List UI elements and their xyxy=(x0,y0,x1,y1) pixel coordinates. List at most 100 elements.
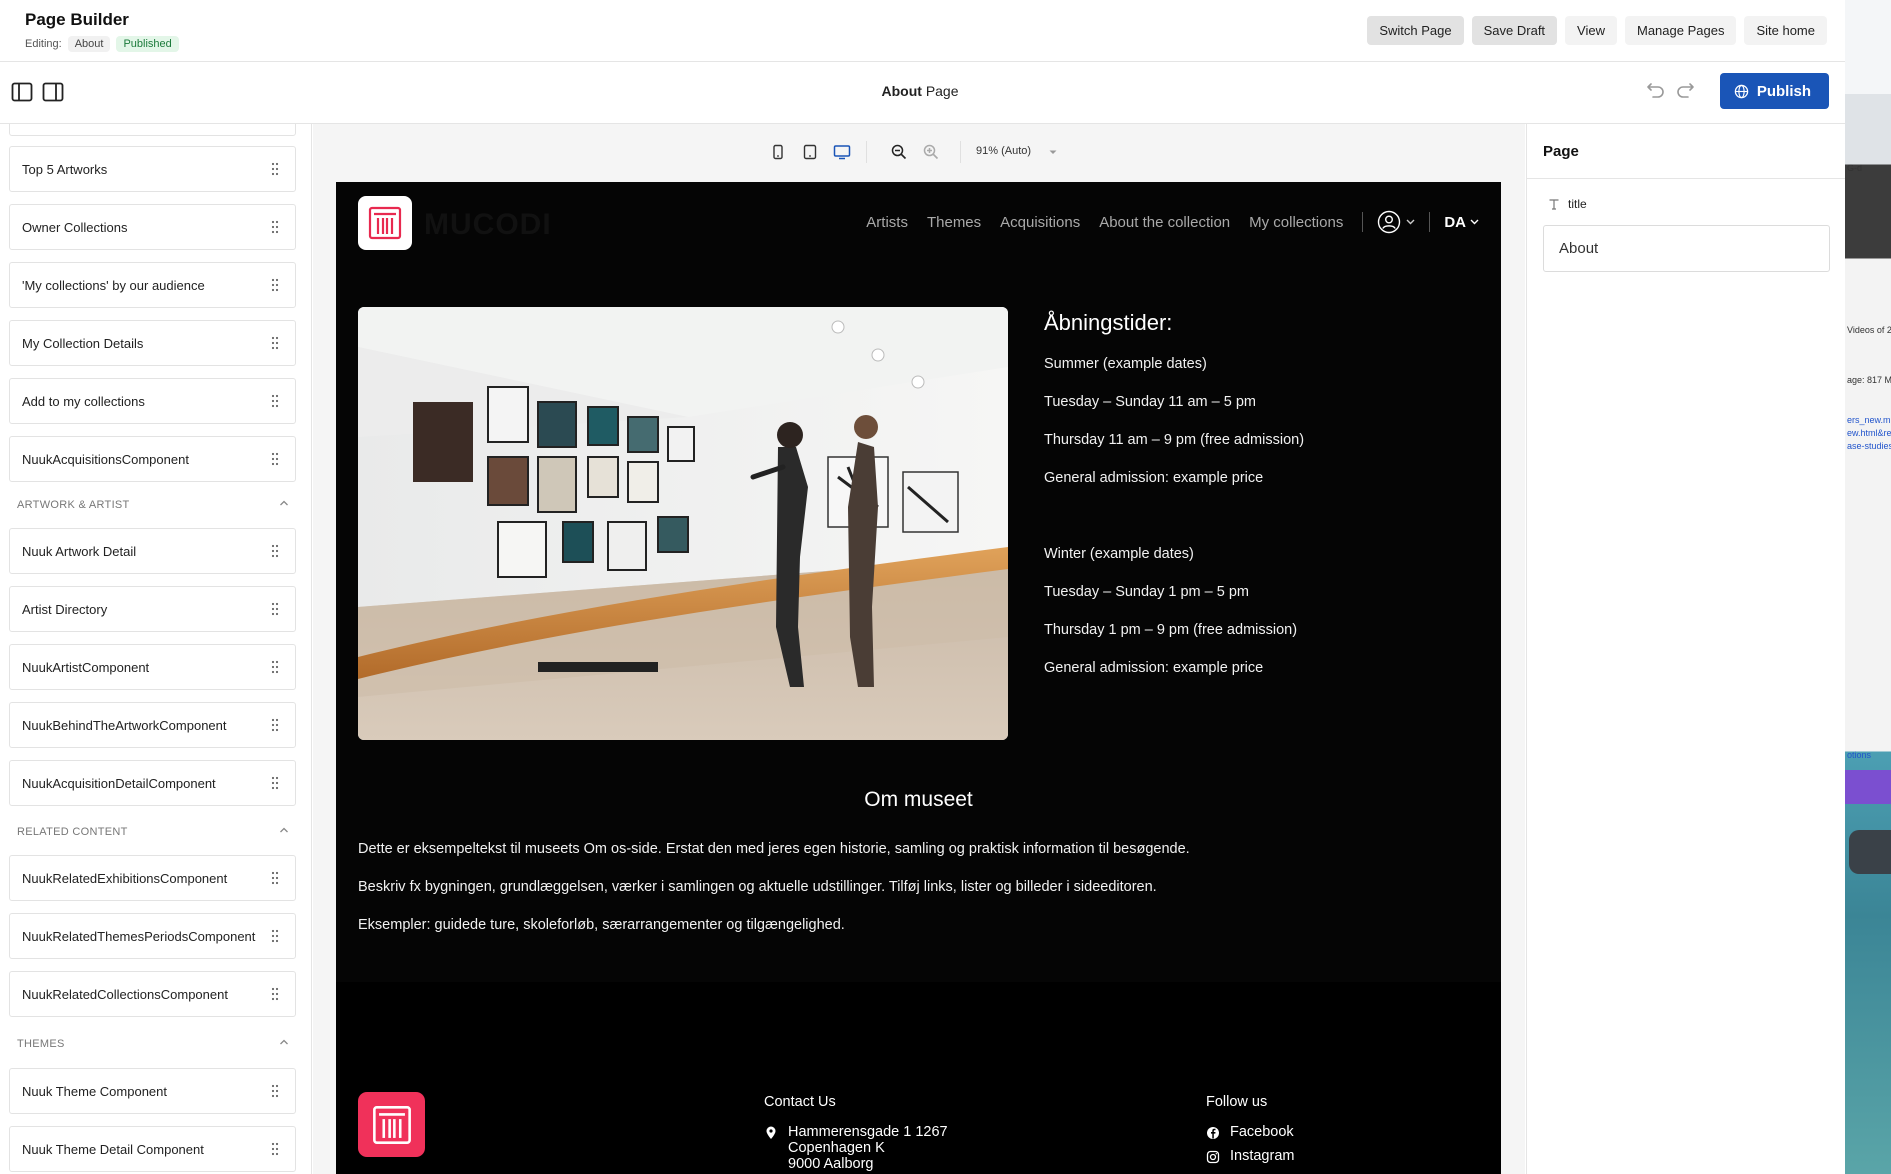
hours-line: Tuesday – Sunday 1 pm – 5 pm xyxy=(1044,584,1249,600)
drag-handle-icon[interactable] xyxy=(271,718,279,732)
footer-logo[interactable] xyxy=(358,1092,425,1157)
save-draft-button[interactable]: Save Draft xyxy=(1471,16,1558,45)
language-switcher[interactable]: DA xyxy=(1444,214,1479,231)
component-item[interactable]: Nuuk Theme Component xyxy=(9,1068,296,1114)
component-item[interactable]: NuukRelatedCollectionsComponent xyxy=(9,971,296,1017)
drag-handle-icon[interactable] xyxy=(271,929,279,943)
instagram-icon xyxy=(1206,1150,1220,1164)
about-paragraph: Beskriv fx bygningen, grundlæggelsen, væ… xyxy=(358,879,1157,895)
component-item[interactable]: Add to my collections xyxy=(9,378,296,424)
desktop-text: ers_new.mp xyxy=(1847,415,1891,425)
user-menu-button[interactable] xyxy=(1377,210,1415,234)
component-item[interactable]: NuukAcquisitionDetailComponent xyxy=(9,760,296,806)
divider xyxy=(1527,178,1845,179)
component-label: Nuuk Theme Component xyxy=(22,1083,168,1099)
zoom-select[interactable]: 91% (Auto) xyxy=(976,145,1031,157)
component-item[interactable]: NuukArtistComponent xyxy=(9,644,296,690)
drag-handle-icon[interactable] xyxy=(271,660,279,674)
component-item[interactable]: Nuuk Theme Detail Component xyxy=(9,1126,296,1172)
zoom-in-icon[interactable] xyxy=(922,143,940,161)
drag-handle-icon[interactable] xyxy=(271,987,279,1001)
view-button[interactable]: View xyxy=(1565,16,1617,45)
page-preview: MUCODI Artists Themes Acquisitions About… xyxy=(336,182,1501,1174)
hours-line: Tuesday – Sunday 11 am – 5 pm xyxy=(1044,394,1256,410)
nav-link-themes[interactable]: Themes xyxy=(927,214,981,231)
desktop-text: ew.html&re xyxy=(1847,428,1891,438)
globe-icon xyxy=(1734,84,1749,98)
drag-handle-icon[interactable] xyxy=(271,776,279,790)
social-link-facebook[interactable]: Facebook xyxy=(1206,1124,1466,1140)
properties-title: Page xyxy=(1543,143,1579,160)
social-label: Facebook xyxy=(1230,1124,1294,1140)
component-item[interactable]: NuukRelatedExhibitionsComponent xyxy=(9,855,296,901)
drag-handle-icon[interactable] xyxy=(271,162,279,176)
drag-handle-icon[interactable] xyxy=(271,220,279,234)
component-label: NuukRelatedExhibitionsComponent xyxy=(22,870,228,886)
chevron-down-icon xyxy=(1406,219,1415,225)
site-nav: Artists Themes Acquisitions About the co… xyxy=(866,210,1501,234)
nav-divider xyxy=(1362,212,1364,232)
section-header-related-content[interactable]: RELATED CONTENT xyxy=(17,826,289,838)
nav-link-my-collections[interactable]: My collections xyxy=(1249,214,1343,231)
redo-icon[interactable] xyxy=(1674,81,1696,103)
toolbar-divider xyxy=(866,141,867,163)
section-header-themes[interactable]: THEMES xyxy=(17,1038,289,1050)
drag-handle-icon[interactable] xyxy=(271,544,279,558)
desktop-text: otions xyxy=(1847,750,1872,760)
nav-link-artists[interactable]: Artists xyxy=(866,214,908,231)
manage-pages-button[interactable]: Manage Pages xyxy=(1625,16,1737,45)
nav-link-acquisitions[interactable]: Acquisitions xyxy=(1000,214,1080,231)
component-item[interactable]: Owner Collections xyxy=(9,204,296,250)
editor-canvas: 91% (Auto) MUCODI Artists Themes Acquisi… xyxy=(313,124,1525,1174)
component-item[interactable]: Nuuk Artwork Detail xyxy=(9,528,296,574)
social-link-instagram[interactable]: Instagram xyxy=(1206,1148,1466,1164)
status-badge: Published xyxy=(116,36,179,52)
site-header: MUCODI Artists Themes Acquisitions About… xyxy=(336,182,1501,262)
component-label: Add to my collections xyxy=(22,393,145,409)
drag-handle-icon[interactable] xyxy=(271,1084,279,1098)
drag-handle-icon[interactable] xyxy=(271,871,279,885)
zoom-out-icon[interactable] xyxy=(890,143,908,161)
component-item[interactable]: NuukBehindTheArtworkComponent xyxy=(9,702,296,748)
desktop-background: G-d Videos of 20 age: 817 MB ers_new.mp … xyxy=(1845,0,1891,1174)
component-item-partial[interactable] xyxy=(9,124,296,136)
component-item[interactable]: My Collection Details xyxy=(9,320,296,366)
hours-line: Winter (example dates) xyxy=(1044,546,1194,562)
component-item[interactable]: 'My collections' by our audience xyxy=(9,262,296,308)
component-item[interactable]: NuukAcquisitionsComponent xyxy=(9,436,296,482)
drag-handle-icon[interactable] xyxy=(271,1142,279,1156)
drag-handle-icon[interactable] xyxy=(271,452,279,466)
undo-icon[interactable] xyxy=(1645,81,1667,103)
switch-page-button[interactable]: Switch Page xyxy=(1367,16,1464,45)
current-page-chip: About xyxy=(67,36,111,52)
component-item[interactable]: Artist Directory xyxy=(9,586,296,632)
follow-heading: Follow us xyxy=(1206,1094,1268,1110)
desktop-text: ase-studies. xyxy=(1847,441,1891,451)
field-label-text: title xyxy=(1568,197,1587,211)
component-label: NuukRelatedCollectionsComponent xyxy=(22,986,228,1002)
drag-handle-icon[interactable] xyxy=(271,278,279,292)
desktop-view-icon[interactable] xyxy=(833,143,851,161)
museum-logo-icon xyxy=(372,1105,411,1144)
desktop-text: G-d xyxy=(1847,163,1863,173)
site-home-button[interactable]: Site home xyxy=(1744,16,1827,45)
site-footer: Contact Us Hammerensgade 1 1267 Copenhag… xyxy=(336,982,1501,1174)
chevron-down-icon[interactable] xyxy=(1048,148,1058,156)
hours-line: Thursday 1 pm – 9 pm (free admission) xyxy=(1044,622,1298,638)
tablet-view-icon[interactable] xyxy=(801,143,819,161)
site-logo[interactable] xyxy=(358,196,412,250)
mobile-view-icon[interactable] xyxy=(769,143,787,161)
drag-handle-icon[interactable] xyxy=(271,602,279,616)
drag-handle-icon[interactable] xyxy=(271,394,279,408)
contact-heading: Contact Us xyxy=(764,1094,836,1110)
title-input[interactable] xyxy=(1543,225,1830,272)
component-item[interactable]: Top 5 Artworks xyxy=(9,146,296,192)
section-header-artwork-artist[interactable]: ARTWORK & ARTIST xyxy=(17,499,289,511)
component-item[interactable]: NuukRelatedThemesPeriodsComponent xyxy=(9,913,296,959)
publish-button[interactable]: Publish xyxy=(1719,73,1829,109)
publish-label: Publish xyxy=(1756,82,1811,100)
field-label: title xyxy=(1548,197,1587,211)
nav-link-about-collection[interactable]: About the collection xyxy=(1099,214,1230,231)
drag-handle-icon[interactable] xyxy=(271,336,279,350)
